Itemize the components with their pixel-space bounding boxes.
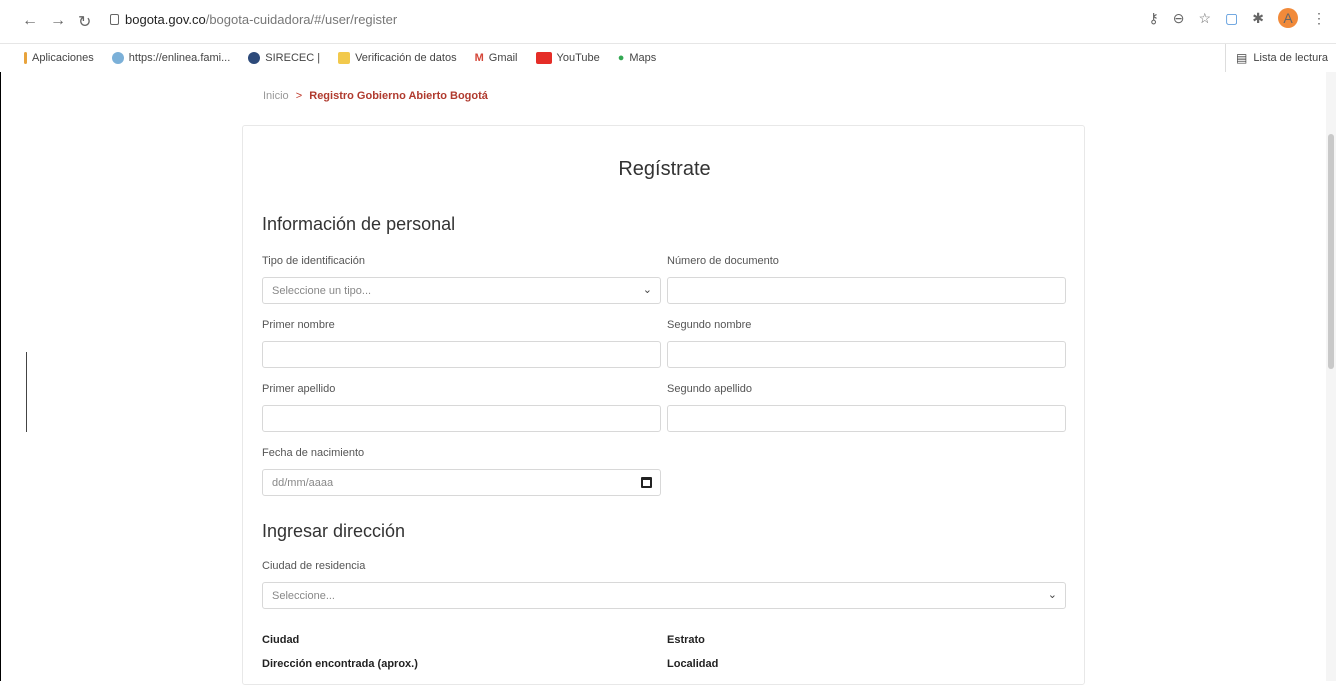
second-name-input[interactable] [667, 341, 1066, 368]
first-surname-input[interactable] [262, 405, 661, 432]
profile-avatar[interactable]: A [1278, 8, 1298, 28]
birth-date-input[interactable]: dd/mm/aaaa [262, 469, 661, 496]
site-icon [111, 52, 124, 64]
second-surname-label: Segundo apellido [667, 383, 753, 395]
birth-date-label: Fecha de nacimiento [262, 447, 365, 459]
first-name-input[interactable] [262, 341, 661, 368]
menu-icon[interactable]: ⋮ [1312, 10, 1326, 27]
apps-icon [24, 52, 27, 64]
sidebar-bracket [23, 352, 27, 432]
first-name-label: Primer nombre [262, 319, 335, 331]
bookmark-apps[interactable]: Aplicaciones [24, 52, 94, 64]
chevron-down-icon: ⌄ [1047, 589, 1057, 601]
page-content: Inicio > Registro Gobierno Abierto Bogot… [0, 72, 1336, 685]
breadcrumb-separator: > [295, 90, 303, 102]
city-select[interactable]: Seleccione... ⌄ [262, 582, 1066, 609]
register-card: Regístrate Información de personal Tipo … [242, 125, 1085, 685]
reading-list-icon: ▤ [1236, 51, 1248, 65]
reload-icon[interactable]: ↻ [78, 12, 91, 32]
toolbar-icons: ⚷ ⊖ ☆ ▢ ✱ A ⋮ [1148, 8, 1326, 28]
bookmark-maps[interactable]: ● Maps [618, 52, 657, 64]
bookmark-enlinea[interactable]: https://enlinea.fami... [111, 52, 230, 64]
breadcrumb: Inicio > Registro Gobierno Abierto Bogot… [263, 90, 488, 102]
page-title: Regístrate [618, 158, 711, 180]
globe-icon [248, 52, 261, 64]
city-label: Ciudad de residencia [262, 560, 366, 572]
url-path: /bogota-cuidadora/#/user/register [205, 12, 398, 27]
bookmark-verificacion[interactable]: Verificación de datos [338, 52, 457, 64]
personal-section-heading: Información de personal [262, 214, 456, 234]
breadcrumb-current: Registro Gobierno Abierto Bogotá [309, 90, 488, 102]
scrollbar[interactable] [1326, 72, 1336, 681]
zoom-icon[interactable]: ⊖ [1173, 10, 1185, 27]
gmail-icon: M [474, 52, 484, 64]
info-locality: Localidad [667, 658, 719, 670]
breadcrumb-home[interactable]: Inicio [263, 90, 289, 102]
url-host: bogota.gov.co [125, 12, 206, 27]
bookmark-sirecec[interactable]: SIRECEC | [248, 52, 320, 64]
doc-number-label: Número de documento [667, 255, 779, 267]
youtube-icon [535, 52, 552, 64]
chevron-down-icon: ⌄ [642, 284, 652, 296]
first-surname-label: Primer apellido [262, 383, 336, 395]
address-bar[interactable]: bogota.gov.co/bogota-cuidadora/#/user/re… [110, 12, 397, 27]
extensions-icon[interactable]: ✱ [1252, 10, 1264, 27]
bookmark-gmail[interactable]: M Gmail [475, 52, 518, 64]
browser-toolbar: ← → ↻ bogota.gov.co/bogota-cuidadora/#/u… [0, 0, 1336, 44]
folder-icon [338, 52, 351, 64]
city-placeholder: Seleccione... [272, 589, 335, 602]
bookmarks-bar: Aplicaciones https://enlinea.fami... SIR… [0, 44, 1336, 72]
doc-number-input[interactable] [667, 277, 1066, 304]
maps-icon: ● [617, 52, 625, 64]
scrollbar-thumb[interactable] [1328, 134, 1334, 369]
bookmark-panel-icon[interactable]: ▢ [1225, 10, 1238, 27]
second-surname-input[interactable] [667, 405, 1066, 432]
back-icon[interactable]: ← [22, 12, 38, 30]
id-type-label: Tipo de identificación [262, 255, 365, 267]
address-section-heading: Ingresar dirección [262, 521, 406, 541]
id-type-select[interactable]: Seleccione un tipo... ⌄ [262, 277, 661, 304]
forward-icon[interactable]: → [50, 12, 66, 30]
calendar-icon[interactable] [641, 477, 652, 488]
lock-icon [110, 14, 119, 25]
key-icon[interactable]: ⚷ [1148, 10, 1158, 27]
info-address: Dirección encontrada (aprox.) [262, 658, 418, 670]
reading-list[interactable]: ▤ Lista de lectura [1225, 44, 1328, 72]
star-icon[interactable]: ☆ [1198, 10, 1211, 27]
id-type-placeholder: Seleccione un tipo... [272, 284, 372, 297]
info-city: Ciudad [262, 634, 300, 646]
second-name-label: Segundo nombre [667, 319, 752, 331]
info-stratum: Estrato [667, 634, 705, 646]
bookmark-youtube[interactable]: YouTube [535, 52, 600, 64]
birth-date-placeholder: dd/mm/aaaa [272, 476, 334, 489]
